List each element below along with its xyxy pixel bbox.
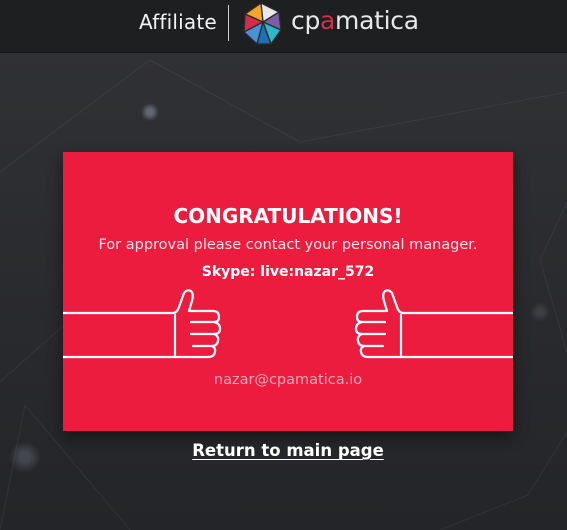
card-subtitle: For approval please contact your persona… <box>98 237 478 253</box>
card-title: CONGRATULATIONS! <box>173 204 403 228</box>
logo-text-part3: matica <box>335 6 419 35</box>
logo-text-part1: cp <box>291 6 321 35</box>
thumbs-up-icon <box>63 289 222 359</box>
cpamatica-logo-icon[interactable] <box>241 0 283 48</box>
top-header: Affiliate cpamatica <box>0 0 567 53</box>
affiliate-label: Affiliate <box>139 10 217 34</box>
cpamatica-logo-text[interactable]: cpamatica <box>291 6 419 35</box>
skype-contact: Skype: live:nazar_572 <box>201 264 375 280</box>
manager-email[interactable]: nazar@cpamatica.io <box>63 372 513 388</box>
logo-text-part2: a <box>320 6 336 35</box>
return-to-main-page-link[interactable]: Return to main page <box>0 441 567 460</box>
header-divider <box>228 5 229 41</box>
congratulations-card: CONGRATULATIONS! For approval please con… <box>63 152 513 431</box>
thumbs-up-icon <box>354 289 513 359</box>
